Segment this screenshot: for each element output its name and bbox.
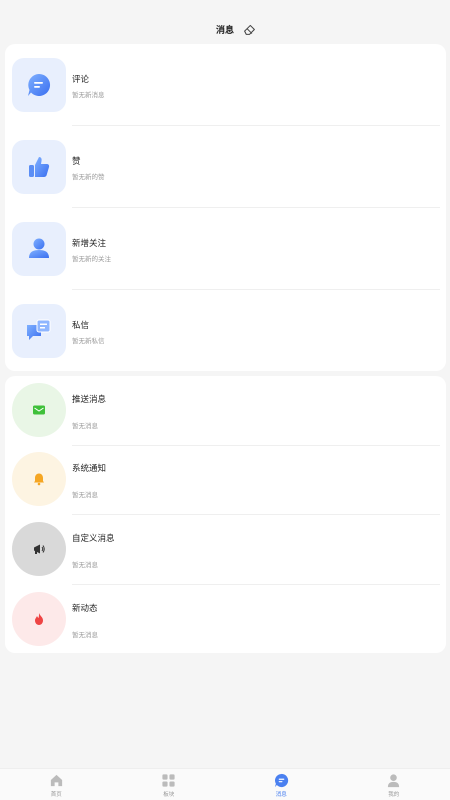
likes-row[interactable]: 赞 暂无新的赞 [5, 126, 446, 208]
home-icon [50, 774, 62, 787]
person-icon [29, 238, 49, 258]
comment-icon-box [12, 58, 66, 112]
new-followers-label: 新增关注 [72, 239, 107, 249]
like-icon-box [12, 140, 66, 194]
private-messages-label: 私信 [72, 321, 90, 331]
tab-profile-label: 我的 [388, 792, 400, 798]
system-notice-row[interactable]: 系统通知 暂无消息 [5, 445, 446, 515]
comments-label: 评论 [72, 75, 90, 85]
page-title: 消息 [215, 25, 234, 36]
bottom-tab-bar: 首页 板块 消息 我的 [0, 768, 450, 800]
push-icon-box [12, 383, 66, 437]
grid-icon [162, 774, 175, 787]
new-activity-status: 暂无消息 [72, 631, 98, 639]
new-activity-row[interactable]: 新动态 暂无消息 [5, 585, 446, 653]
chat-bubbles-icon [27, 319, 51, 340]
new-activity-label: 新动态 [72, 604, 98, 614]
comments-row[interactable]: 评论 暂无新消息 [5, 44, 446, 126]
push-messages-row[interactable]: 推送消息 暂无消息 [5, 376, 446, 446]
top-bar: 消息 [0, 0, 450, 44]
system-notice-status: 暂无消息 [72, 491, 98, 499]
tab-messages-label: 消息 [275, 792, 287, 798]
new-followers-status: 暂无新的关注 [72, 255, 111, 263]
clear-unread-button[interactable] [242, 22, 256, 36]
tab-home[interactable]: 首页 [0, 769, 113, 800]
tab-sections[interactable]: 板块 [113, 769, 226, 800]
private-message-icon-box [12, 304, 66, 358]
megaphone-icon [34, 544, 45, 554]
likes-label: 赞 [72, 157, 81, 167]
eraser-icon [243, 24, 255, 35]
activity-icon-box [12, 592, 66, 646]
thumbs-up-icon [29, 157, 50, 177]
custom-messages-status: 暂无消息 [72, 561, 98, 569]
envelope-icon [33, 405, 45, 415]
custom-messages-label: 自定义消息 [72, 534, 115, 544]
private-messages-status: 暂无新私信 [72, 337, 105, 345]
chat-icon [274, 773, 288, 788]
tab-home-label: 首页 [50, 792, 62, 798]
push-messages-label: 推送消息 [72, 395, 107, 405]
bell-icon [34, 473, 44, 486]
flame-icon [35, 613, 43, 625]
follower-icon-box [12, 222, 66, 276]
push-messages-status: 暂无消息 [72, 422, 98, 430]
user-icon [388, 774, 400, 788]
comment-icon [28, 73, 51, 96]
private-messages-row[interactable]: 私信 暂无新私信 [5, 290, 446, 372]
custom-icon-box [12, 522, 66, 576]
system-notice-label: 系统通知 [72, 464, 107, 474]
comments-status: 暂无新消息 [72, 91, 105, 99]
tab-messages[interactable]: 消息 [225, 769, 338, 800]
likes-status: 暂无新的赞 [72, 173, 105, 181]
tab-profile[interactable]: 我的 [338, 769, 450, 800]
system-icon-box [12, 452, 66, 506]
interaction-messages-card: 评论 暂无新消息 赞 暂无新的赞 新增关注 暂无新的关注 私信 暂无新私信 [5, 44, 446, 371]
notification-messages-card: 推送消息 暂无消息 系统通知 暂无消息 自定义消息 暂无消息 新动态 暂无消息 [5, 376, 446, 653]
new-followers-row[interactable]: 新增关注 暂无新的关注 [5, 208, 446, 290]
tab-sections-label: 板块 [163, 792, 175, 798]
custom-messages-row[interactable]: 自定义消息 暂无消息 [5, 515, 446, 585]
